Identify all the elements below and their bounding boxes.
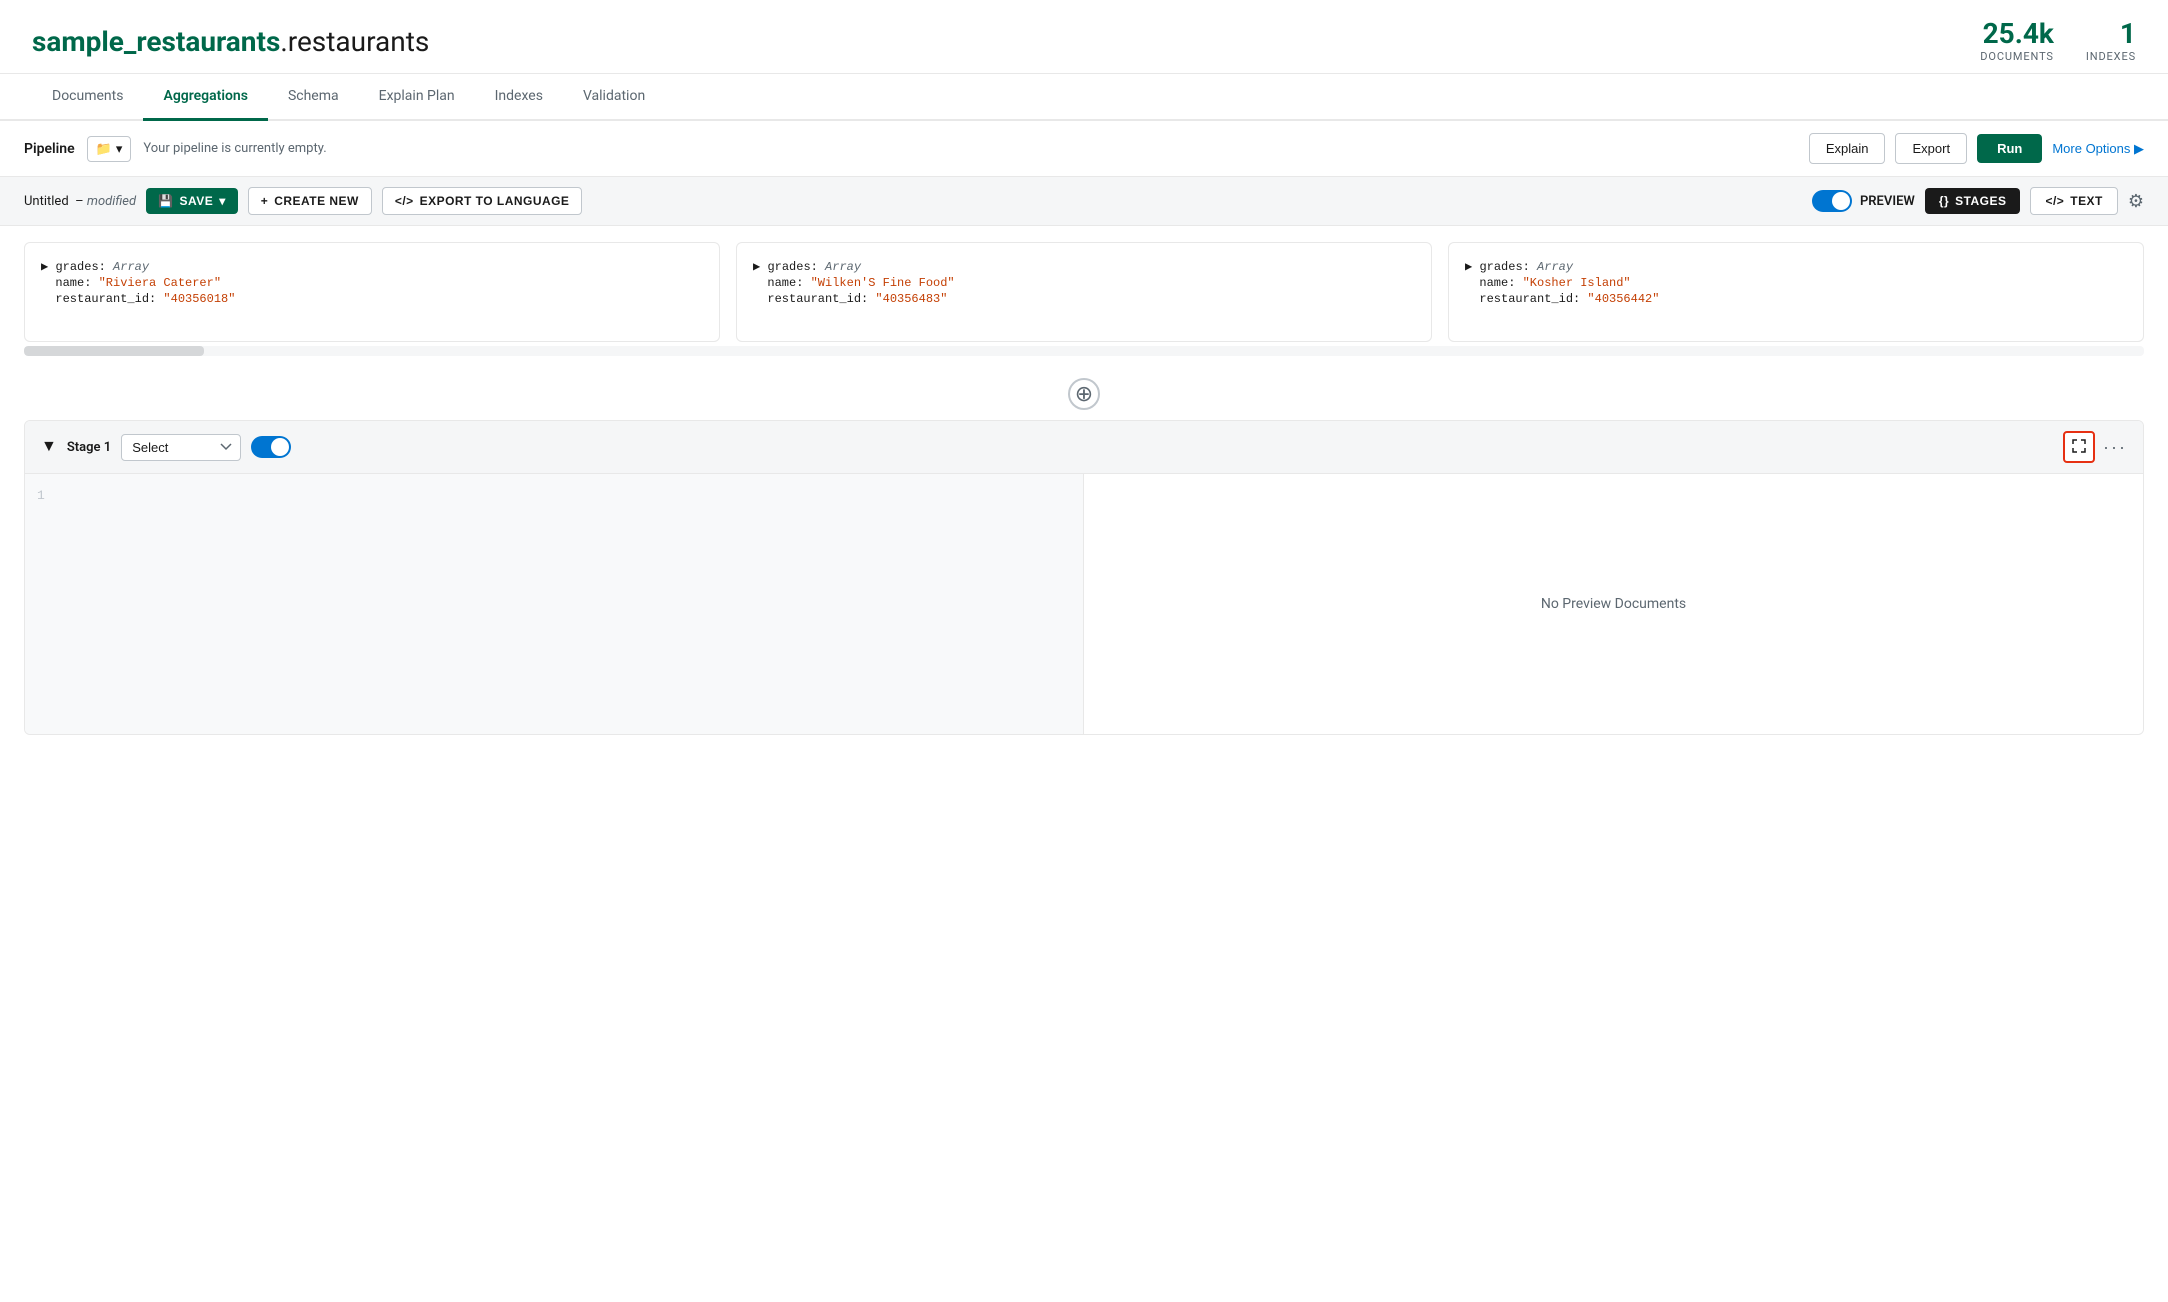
fullscreen-icon [2072,439,2086,456]
curly-braces-icon: {} [1939,194,1949,208]
tab-validation[interactable]: Validation [563,74,665,121]
card2-id-line: restaurant_id: "40356483" [753,292,1415,306]
preview-card-1: ▶ grades: Array name: "Riviera Caterer" … [24,242,720,342]
save-chevron-icon: ▾ [219,194,226,208]
stage-enable-toggle[interactable] [251,436,291,458]
header-stats: 25.4k DOCUMENTS 1 INDEXES [1980,20,2136,63]
stage-controls-right: PREVIEW {} STAGES </> TEXT ⚙ [1812,187,2144,215]
tab-indexes[interactable]: Indexes [475,74,563,121]
stage-label: Stage 1 [67,440,111,455]
stage-1-header: ▼ Stage 1 Select $match $group $project … [25,421,2143,474]
collection-name: .restaurants [280,25,429,58]
preview-area: ▶ grades: Array name: "Riviera Caterer" … [0,226,2168,368]
add-stage-button[interactable]: ⊕ [1068,378,1100,410]
stage-1-section: ▼ Stage 1 Select $match $group $project … [24,420,2144,735]
card1-grades-line: ▶ grades: Array [41,259,703,274]
stage-type-select[interactable]: Select $match $group $project $sort $lim… [121,434,241,461]
stage-editor[interactable]: 1 [25,474,1084,734]
code-slash-icon: </> [2045,194,2064,208]
stage-body: 1 No Preview Documents [25,474,2143,734]
expand-arrow-icon[interactable]: ▶ [1465,260,1472,274]
documents-label: DOCUMENTS [1980,50,2054,63]
preview-label: PREVIEW [1860,194,1915,209]
pipeline-left: Pipeline 📁 ▾ Your pipeline is currently … [24,136,327,162]
save-button[interactable]: 💾 SAVE ▾ [146,188,238,214]
more-options-button[interactable]: More Options ▶ [2052,141,2144,157]
documents-stat: 25.4k DOCUMENTS [1980,20,2054,63]
save-icon: 💾 [158,194,173,208]
pipeline-right: Explain Export Run More Options ▶ [1809,133,2144,164]
card3-grades-line: ▶ grades: Array [1465,259,2127,274]
preview-toggle-switch[interactable] [1812,190,1852,212]
pipeline-folder-button[interactable]: 📁 ▾ [87,136,132,162]
no-preview-message: No Preview Documents [1541,596,1686,612]
db-name: sample_restaurants [32,25,280,58]
stage-header-left: ▼ Stage 1 Select $match $group $project … [41,434,291,461]
expand-arrow-icon[interactable]: ▶ [753,260,760,274]
card2-grades-line: ▶ grades: Array [753,259,1415,274]
indexes-label: INDEXES [2086,50,2136,63]
add-circle-icon: ⊕ [1075,381,1093,407]
folder-icon: 📁 [96,141,112,157]
stage-controls-bar: Untitled – modified 💾 SAVE ▾ + CREATE NE… [0,177,2168,226]
card1-id-line: restaurant_id: "40356018" [41,292,703,306]
plus-icon: + [261,194,269,208]
pipeline-label: Pipeline [24,141,75,157]
create-new-button[interactable]: + CREATE NEW [248,187,372,215]
gear-icon: ⚙ [2128,191,2144,211]
documents-count: 25.4k [1980,20,2054,48]
preview-toggle-group: PREVIEW [1812,190,1915,212]
card2-name-line: name: "Wilken'S Fine Food" [753,276,1415,290]
card3-id-line: restaurant_id: "40356442" [1465,292,2127,306]
stage-header-right: ··· [2063,431,2127,463]
pipeline-toolbar: Pipeline 📁 ▾ Your pipeline is currently … [0,121,2168,177]
tab-schema[interactable]: Schema [268,74,359,121]
tab-explain-plan[interactable]: Explain Plan [359,74,475,121]
text-view-button[interactable]: </> TEXT [2030,187,2117,215]
stages-button[interactable]: {} STAGES [1925,188,2021,214]
tab-aggregations[interactable]: Aggregations [143,74,267,121]
card1-name-line: name: "Riviera Caterer" [41,276,703,290]
collection-title: sample_restaurants.restaurants [32,25,429,58]
pipeline-empty-message: Your pipeline is currently empty. [143,141,326,156]
ellipsis-icon: ··· [2103,437,2127,457]
add-stage-row: ⊕ [0,368,2168,420]
export-button[interactable]: Export [1895,133,1967,164]
code-icon: </> [395,194,414,208]
preview-cards: ▶ grades: Array name: "Riviera Caterer" … [24,242,2144,342]
chevron-down-icon: ▼ [41,438,57,456]
explain-button[interactable]: Explain [1809,133,1886,164]
settings-button[interactable]: ⚙ [2128,191,2144,212]
untitled-label: Untitled – modified [24,194,136,209]
indexes-count: 1 [2086,20,2136,48]
preview-card-2: ▶ grades: Array name: "Wilken'S Fine Foo… [736,242,1432,342]
stage-controls-left: Untitled – modified 💾 SAVE ▾ + CREATE NE… [24,187,582,215]
tabs-bar: Documents Aggregations Schema Explain Pl… [0,74,2168,121]
line-number: 1 [25,488,65,503]
stage-preview: No Preview Documents [1084,474,2143,734]
export-language-button[interactable]: </> EXPORT TO LANGUAGE [382,187,583,215]
editor-line-1: 1 [25,486,1083,505]
stage-collapse-button[interactable]: ▼ [41,438,57,456]
expand-arrow-icon[interactable]: ▶ [41,260,48,274]
scrollbar-thumb[interactable] [24,346,204,356]
indexes-stat: 1 INDEXES [2086,20,2136,63]
app-header: sample_restaurants.restaurants 25.4k DOC… [0,0,2168,74]
tab-documents[interactable]: Documents [32,74,143,121]
run-button[interactable]: Run [1977,134,2042,163]
stage-more-button[interactable]: ··· [2103,437,2127,458]
horizontal-scrollbar[interactable] [24,346,2144,356]
chevron-down-icon: ▾ [116,141,123,157]
preview-card-3: ▶ grades: Array name: "Kosher Island" re… [1448,242,2144,342]
fullscreen-button[interactable] [2063,431,2095,463]
card3-name-line: name: "Kosher Island" [1465,276,2127,290]
